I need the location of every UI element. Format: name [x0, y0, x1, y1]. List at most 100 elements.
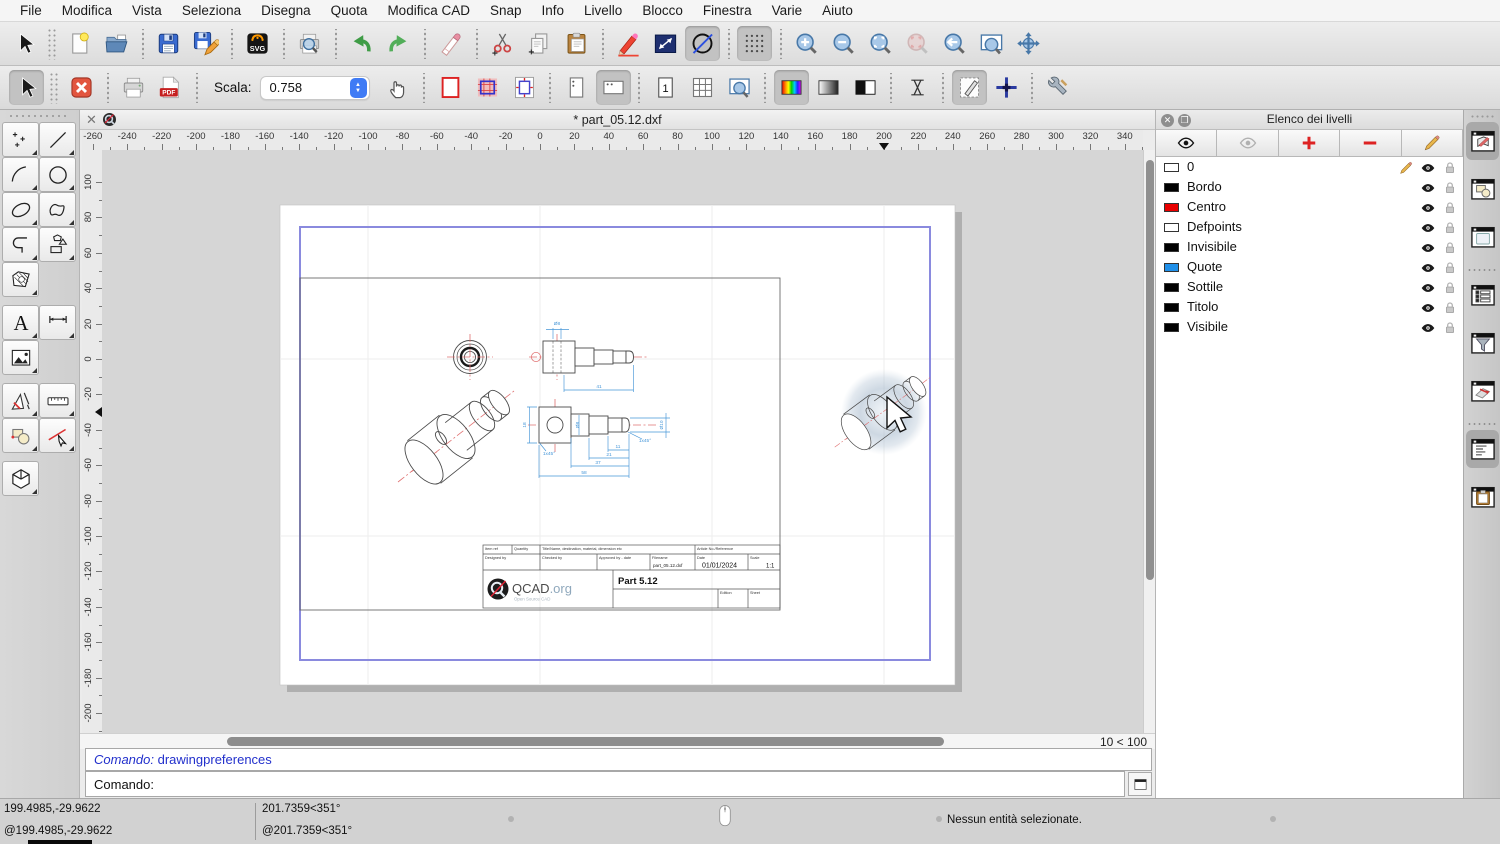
layer-visibility-icon[interactable] [1420, 200, 1436, 216]
strip-drag-handle[interactable] [1470, 114, 1496, 119]
horizontal-scrollbar[interactable] [82, 734, 1082, 749]
palette-drag-handle[interactable] [8, 113, 68, 119]
svg-export-icon[interactable]: SVG [240, 26, 275, 61]
layer-lock-icon[interactable] [1442, 260, 1458, 276]
menu-item-varie[interactable]: Varie [762, 0, 813, 22]
page-single-icon[interactable]: 1 [648, 70, 683, 105]
menu-item-seleziona[interactable]: Seleziona [172, 0, 251, 22]
tool-polyline[interactable] [2, 227, 39, 262]
selection-arrow-icon[interactable] [7, 26, 42, 61]
new-file-icon[interactable] [62, 26, 97, 61]
paste-icon[interactable] [559, 26, 594, 61]
layer-color-swatch[interactable] [1164, 203, 1179, 212]
sheet-settings-icon[interactable] [952, 70, 987, 105]
menu-item-finestra[interactable]: Finestra [693, 0, 762, 22]
remove-layer-button[interactable] [1340, 130, 1401, 157]
pages-multi-icon[interactable] [685, 70, 720, 105]
save-icon[interactable] [151, 26, 186, 61]
layer-lock-icon[interactable] [1442, 240, 1458, 256]
panel-clipboard-icon[interactable] [1466, 478, 1499, 516]
undo-icon[interactable] [344, 26, 379, 61]
tool-hatch[interactable] [2, 262, 39, 297]
page-landscape-icon[interactable] [596, 70, 631, 105]
menu-item-disegna[interactable]: Disegna [251, 0, 321, 22]
zoom-pan-icon[interactable] [1011, 26, 1046, 61]
tool-shapes[interactable] [39, 227, 76, 262]
layer-visibility-icon[interactable] [1420, 240, 1436, 256]
command-window-button[interactable] [1128, 772, 1152, 796]
layer-color-swatch[interactable] [1164, 283, 1179, 292]
layer-row-visibile[interactable]: Visibile [1156, 318, 1463, 338]
zoom-page-icon[interactable] [722, 70, 757, 105]
layer-color-swatch[interactable] [1164, 323, 1179, 332]
zoom-in-icon[interactable] [789, 26, 824, 61]
menu-item-quota[interactable]: Quota [321, 0, 378, 22]
layer-row-centro[interactable]: Centro [1156, 198, 1463, 218]
vertical-scrollbar[interactable] [1143, 150, 1155, 733]
layer-color-swatch[interactable] [1164, 303, 1179, 312]
panel-properties-icon[interactable] [1466, 276, 1499, 314]
layer-visibility-icon[interactable] [1420, 320, 1436, 336]
layer-visibility-icon[interactable] [1420, 180, 1436, 196]
erase-icon[interactable] [433, 26, 468, 61]
tool-points[interactable] [2, 122, 39, 157]
break-out-icon[interactable] [685, 26, 720, 61]
drawing-canvas[interactable]: Item ref Quantity Title/Name, destinatio… [102, 150, 1143, 733]
spacing-icon[interactable] [900, 70, 935, 105]
vertical-scrollbar-thumb[interactable] [1146, 160, 1154, 580]
layer-visibility-icon[interactable] [1420, 160, 1436, 176]
toolbar-drag-handle[interactable] [47, 28, 57, 60]
layer-lock-icon[interactable] [1442, 200, 1458, 216]
page-portrait-icon[interactable] [559, 70, 594, 105]
layer-lock-icon[interactable] [1442, 180, 1458, 196]
panel-layers-icon[interactable] [1466, 122, 1499, 160]
zoom-out-icon[interactable] [826, 26, 861, 61]
open-file-icon[interactable] [99, 26, 134, 61]
layer-row-defpoints[interactable]: Defpoints [1156, 218, 1463, 238]
tool-spline[interactable] [39, 192, 76, 227]
selection-arrow-icon[interactable] [9, 70, 44, 105]
layer-row-quote[interactable]: Quote [1156, 258, 1463, 278]
menu-item-vista[interactable]: Vista [122, 0, 172, 22]
show-all-layers-button[interactable] [1156, 130, 1217, 157]
hide-all-layers-button[interactable] [1217, 130, 1278, 157]
tool-modify-attributes[interactable] [39, 418, 76, 453]
margins-icon[interactable] [507, 70, 542, 105]
menu-item-info[interactable]: Info [532, 0, 575, 22]
panel-selection-icon[interactable] [1466, 372, 1499, 410]
panel-command-icon[interactable] [1466, 430, 1499, 468]
layer-color-swatch[interactable] [1164, 223, 1179, 232]
layer-lock-icon[interactable] [1442, 320, 1458, 336]
zoom-auto-icon[interactable] [863, 26, 898, 61]
layer-visibility-icon[interactable] [1420, 280, 1436, 296]
layer-color-swatch[interactable] [1164, 243, 1179, 252]
layer-visibility-icon[interactable] [1420, 260, 1436, 276]
tool-circle[interactable] [39, 157, 76, 192]
app-preferences-icon[interactable] [1041, 70, 1076, 105]
menu-item-modifica-cad[interactable]: Modifica CAD [377, 0, 480, 22]
tool-measure[interactable] [39, 383, 76, 418]
scale-combobox[interactable]: 0.758 ▲▼ [260, 76, 370, 100]
tool-solid-3d[interactable] [2, 461, 39, 496]
panel-blocks-icon[interactable] [1466, 170, 1499, 208]
layer-row-titolo[interactable]: Titolo [1156, 298, 1463, 318]
pdf-export-icon[interactable]: PDF [153, 70, 188, 105]
menu-item-livello[interactable]: Livello [574, 0, 632, 22]
menu-item-snap[interactable]: Snap [480, 0, 532, 22]
layer-color-swatch[interactable] [1164, 163, 1179, 172]
tool-line[interactable] [39, 122, 76, 157]
copy-icon[interactable] [522, 26, 557, 61]
color-full-icon[interactable] [774, 70, 809, 105]
command-input[interactable] [164, 773, 1124, 795]
print-preview-icon[interactable] [292, 26, 327, 61]
tool-ellipse[interactable] [2, 192, 39, 227]
edit-entity-icon[interactable] [611, 26, 646, 61]
panel-library-icon[interactable] [1466, 218, 1499, 256]
zoom-previous-icon[interactable] [937, 26, 972, 61]
menu-item-blocco[interactable]: Blocco [632, 0, 693, 22]
layer-row-invisibile[interactable]: Invisibile [1156, 238, 1463, 258]
tool-drafting-tools[interactable] [2, 383, 39, 418]
layer-lock-icon[interactable] [1442, 160, 1458, 176]
scale-entity-icon[interactable] [648, 26, 683, 61]
tool-dimension[interactable] [39, 305, 76, 340]
